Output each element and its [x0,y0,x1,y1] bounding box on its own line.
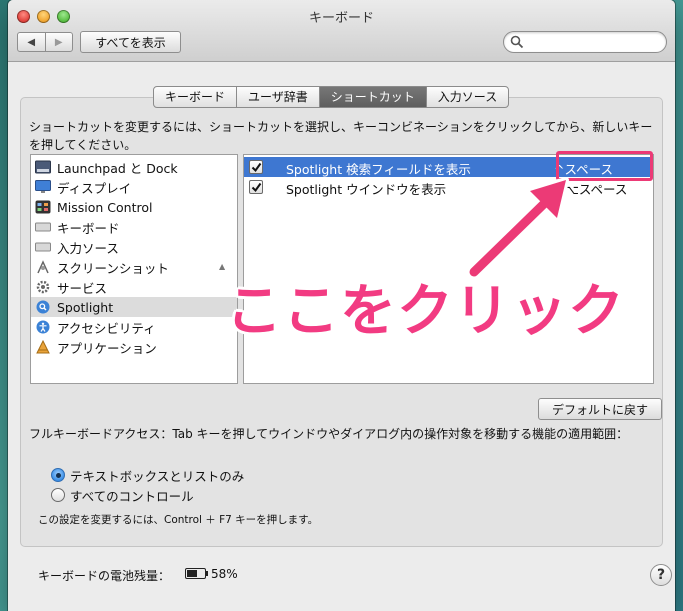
search-field[interactable] [503,31,667,53]
gear-icon [35,280,51,294]
battery-tip [206,571,208,576]
spotlight-icon [35,300,51,314]
category-label: スクリーンショット [57,260,169,276]
battery-label: キーボードの電池残量： [38,569,171,583]
battery-icon [185,568,206,579]
battery-level-fill [187,570,197,577]
category-label: ディスプレイ [57,180,132,196]
tab-user-dictionary[interactable]: ユーザ辞書 [236,87,319,107]
category-label: Launchpad と Dock [57,160,178,176]
accessibility-icon [35,320,51,334]
category-label: アクセシビリティ [57,320,156,336]
checkmark-icon [251,182,261,192]
tab-keyboard[interactable]: キーボード [154,87,236,107]
category-item[interactable]: アクセシビリティ [31,317,237,337]
title-bar: キーボード ◀ ▶ すべてを表示 [8,0,675,62]
display-icon [35,180,51,194]
applications-icon [35,340,51,354]
full-keyboard-access-text: フルキーボードアクセス：Tab キーを押してウインドウやダイアログ内の操作対象を… [29,427,629,441]
radio-button[interactable] [51,488,65,502]
category-item[interactable]: 入力ソース [31,237,237,257]
shortcut-checkbox[interactable] [249,160,263,174]
restore-defaults-button[interactable]: デフォルトに戻す [538,398,662,420]
annotation-text: ここをクリック [226,279,625,344]
category-item[interactable]: キーボード [31,217,237,237]
category-item[interactable]: Mission Control [31,197,237,217]
shortcuts-description: ショートカットを変更するには、ショートカットを選択し、キーコンビネーションをクリ… [29,120,653,152]
tab-bar: キーボード ユーザ辞書 ショートカット 入力ソース [153,86,510,108]
annotation-arrow-icon [467,177,569,279]
checkmark-icon [251,162,261,172]
tab-input-sources[interactable]: 入力ソース [425,87,508,107]
back-arrow-icon: ◀ [27,36,36,48]
show-all-button[interactable]: すべてを表示 [80,31,181,53]
screenshot-icon [35,260,51,274]
category-label: キーボード [57,220,120,236]
shortcut-label: Spotlight 検索フィールドを表示 [286,162,471,177]
category-item[interactable]: アプリケーション [31,337,237,357]
control-f7-note: この設定を変更するには、Control ＋ F7 キーを押します。 [38,514,319,526]
radio-all-controls[interactable]: すべてのコントロール [51,486,194,504]
category-item[interactable]: スクリーンショット [31,257,237,277]
shortcut-label: Spotlight ウインドウを表示 [286,182,447,197]
search-input[interactable] [526,34,661,50]
category-label: サービス [57,280,108,296]
radio-button[interactable] [51,468,65,482]
category-item[interactable]: Spotlight [31,297,237,317]
forward-button[interactable]: ▶ [44,33,73,51]
battery-percent: 58% [211,567,238,581]
back-button[interactable]: ◀ [18,33,45,51]
scroll-up-arrow-icon[interactable]: ▲ [219,262,225,271]
nav-back-forward: ◀ ▶ [17,32,73,52]
search-icon [510,35,524,49]
category-label: 入力ソース [57,240,119,256]
help-button[interactable]: ? [650,564,672,586]
mission-control-icon [35,200,51,214]
category-item[interactable]: サービス [31,277,237,297]
category-label: Spotlight [57,299,114,315]
keyboard-icon [35,220,51,234]
shortcut-checkbox[interactable] [249,180,263,194]
category-list[interactable]: Launchpad と Dock ディスプレイ Mission Control … [30,154,238,384]
preferences-window: キーボード ◀ ▶ すべてを表示 キーボード ユーザ辞書 ショートカット 入力ソ… [8,0,675,611]
radio-text-boxes-and-lists[interactable]: テキストボックスとリストのみ [51,466,244,484]
category-item[interactable]: Launchpad と Dock [31,157,237,177]
radio-label: すべてのコントロール [70,488,194,504]
radio-label: テキストボックスとリストのみ [70,468,245,484]
launchpad-dock-icon [35,160,51,174]
category-label: アプリケーション [57,340,157,356]
window-title: キーボード [308,11,374,26]
forward-arrow-icon: ▶ [54,36,63,48]
category-item[interactable]: ディスプレイ [31,177,237,197]
tab-shortcuts[interactable]: ショートカット [318,87,426,107]
input-source-icon [35,240,51,254]
category-label: Mission Control [57,199,153,215]
